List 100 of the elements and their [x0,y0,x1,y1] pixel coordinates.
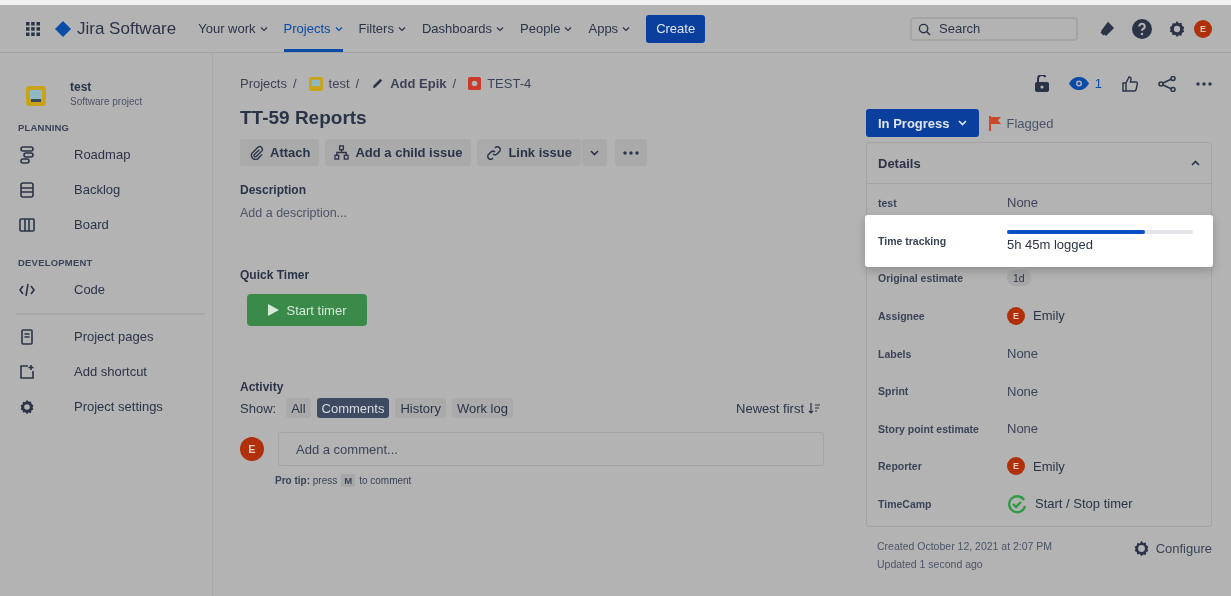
user-name[interactable]: Emily [1033,308,1065,324]
pro-tip-text: to comment [359,475,412,486]
field-label: Time tracking [878,234,948,247]
breadcrumb-link[interactable]: Add Epik [390,76,447,91]
toolbar-button[interactable]: Add a child issue [325,139,472,166]
nav-menu-item[interactable]: Your work [198,5,268,52]
sidebar-item[interactable]: Roadmap [16,137,205,172]
field-label: test [878,196,898,209]
caret-icon [496,25,504,32]
updated-date: Updated 1 second ago [877,557,984,570]
nav-menu-item[interactable]: Dashboards [421,5,504,52]
filter-tab[interactable]: All [286,398,311,418]
filter-tab[interactable]: History [395,398,446,418]
link-icon [486,144,503,161]
add-shortcut-icon [18,363,36,380]
bug-icon [468,77,482,90]
diamond-logo-icon [55,20,71,37]
user-avatar: E [240,437,264,461]
eye-icon[interactable] [1068,77,1089,90]
filter-tab[interactable]: Work log [451,398,513,418]
field-label: Story point estimate [878,422,980,435]
field-value[interactable]: 5h 45m logged [1007,236,1193,252]
caret-icon [622,25,631,32]
sort-icon [808,402,820,414]
field-label: Reporter [878,460,923,473]
field-value[interactable]: None [1007,383,1039,399]
project-name[interactable]: test [70,80,143,94]
sidebar-item[interactable]: Board [16,207,205,242]
filter-tab[interactable]: Comments [316,398,390,418]
sidebar-item[interactable]: Code [16,272,205,307]
estimate-badge[interactable]: 1d [1007,270,1031,287]
status-button[interactable]: In Progress [866,109,979,137]
comment-field[interactable]: Add a comment... [278,432,824,466]
nav-menu-item[interactable]: Filters [358,5,406,52]
page-icon [18,328,36,345]
sidebar-item[interactable]: Backlog [16,172,205,207]
caret-icon [589,149,599,156]
caret-icon [397,25,406,32]
roadmap-icon [18,145,36,164]
breadcrumb-link[interactable]: Projects [240,76,287,91]
product-name[interactable]: Jira Software [77,18,177,39]
sort-button[interactable]: Newest first [736,400,820,416]
share-icon[interactable] [1158,75,1176,92]
settings-icon [18,398,36,415]
nav-menu-item[interactable]: People [520,5,573,52]
field-label: Labels [878,347,913,360]
field-value[interactable]: None [1007,195,1039,211]
dropdown-button[interactable] [581,139,607,166]
check-circle-icon[interactable] [1007,493,1027,514]
sidebar-item[interactable]: Project settings [16,389,205,424]
caret-icon [259,25,268,32]
board-icon [18,217,36,232]
key-badge: M [341,474,356,487]
breadcrumb-link[interactable]: TEST-4 [487,76,532,91]
sidebar-item[interactable]: Project pages [16,319,205,354]
search-field[interactable]: Search [910,16,1078,41]
section-heading: DEVELOPMENT [18,257,94,268]
project-avatar-icon [308,76,323,91]
issue-title[interactable]: TT-59 Reports [240,107,830,129]
user-avatar: E [1007,457,1025,476]
field-value[interactable]: None [1007,346,1039,362]
app-grid-icon[interactable] [25,20,41,37]
field-value[interactable]: None [1007,421,1039,437]
collapse-caret-icon[interactable] [1191,160,1200,166]
caret-icon [957,120,967,126]
create-button[interactable]: Create [646,14,706,43]
pencil-icon [371,77,385,90]
user-avatar: E [1007,307,1025,325]
more-button[interactable] [614,139,647,166]
start-timer-button[interactable]: Start timer [247,294,367,326]
breadcrumb-link[interactable]: test [328,76,350,91]
section-heading: Description [240,183,307,197]
timer-link[interactable]: Start / Stop timer [1035,496,1133,512]
field-label: Assignee [878,310,926,322]
section-heading: PLANNING [18,122,71,133]
section-heading: Quick Timer [240,268,311,282]
field-label: TimeCamp [878,497,933,510]
caret-icon [334,25,343,32]
toolbar-button[interactable]: Attach [240,139,320,166]
flag-icon [988,115,1001,131]
settings-icon [1132,539,1150,557]
help-icon[interactable] [1132,18,1152,39]
thumbs-up-icon[interactable] [1122,75,1138,92]
sidebar-item[interactable]: Add shortcut [16,354,205,389]
search-icon [918,22,931,36]
user-name[interactable]: Emily [1033,458,1065,474]
project-type: Software project [70,96,143,107]
nav-menu-item[interactable]: Apps [588,5,631,52]
play-icon [267,304,279,316]
breadcrumb-separator: / [452,76,457,91]
panel-heading: Details [878,155,921,171]
lock-icon[interactable] [1034,75,1049,92]
user-avatar[interactable]: E [1194,19,1212,38]
more-icon[interactable] [1196,81,1212,86]
description-placeholder[interactable]: Add a description... [240,206,830,220]
nav-menu-item[interactable]: Projects [283,5,343,52]
settings-icon[interactable] [1168,19,1186,38]
toolbar-button[interactable]: Link issue [477,139,581,166]
flag-label: Flagged [1006,115,1054,131]
configure-button[interactable]: Configure [1132,539,1212,557]
